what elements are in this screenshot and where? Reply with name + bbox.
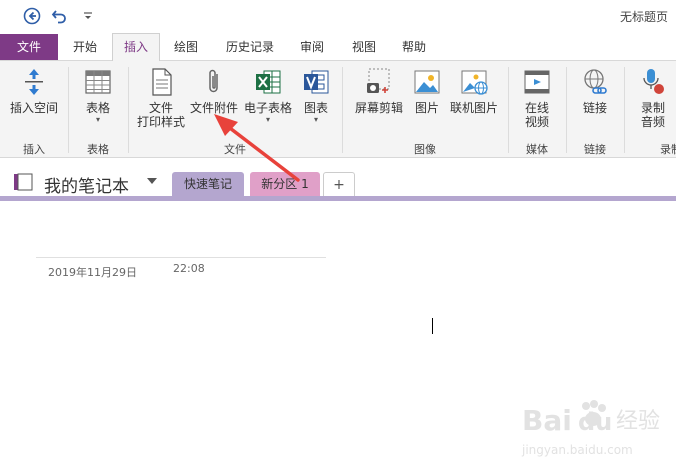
record-audio-label-1: 录制 (640, 101, 665, 115)
group-label-insert: 插入 (23, 143, 45, 156)
group-separator (342, 67, 343, 153)
group-label-recording: 录制 (660, 143, 676, 156)
picture-icon (413, 67, 441, 97)
window-title: 无标题页 (619, 10, 668, 24)
screen-clipping-button[interactable]: 屏幕剪辑 (350, 67, 408, 115)
text-cursor (432, 318, 433, 334)
annotation-arrow (214, 114, 300, 182)
page-time: 22:08 (173, 262, 205, 275)
group-label-media: 媒体 (526, 143, 548, 156)
chevron-down-icon: ▾ (95, 115, 100, 124)
screen-clipping-icon (365, 67, 393, 97)
tab-home[interactable]: 开始 (62, 34, 108, 60)
ribbon-tabs: 文件 开始 插入 绘图 历史记录 审阅 视图 帮助 (0, 33, 676, 61)
tab-review[interactable]: 审阅 (292, 34, 332, 60)
title-bar: 无标题页 (0, 0, 676, 32)
tab-view[interactable]: 视图 (344, 34, 384, 60)
group-separator (508, 67, 509, 153)
section-color-bar (0, 196, 676, 201)
table-label: 表格 (85, 101, 110, 115)
group-label-tables: 表格 (87, 143, 109, 156)
link-button[interactable]: 链接 (572, 67, 618, 115)
notebook-icon[interactable] (12, 172, 36, 192)
tab-history[interactable]: 历史记录 (218, 34, 282, 60)
paperclip-icon (200, 67, 228, 97)
watermark-suffix: 经验 (616, 409, 660, 434)
microphone-icon (639, 67, 667, 97)
picture-button[interactable]: 图片 (408, 67, 446, 115)
online-picture-icon (460, 67, 488, 97)
page-date: 2019年11月29日 (48, 266, 137, 279)
group-separator (566, 67, 567, 153)
table-icon (84, 67, 112, 97)
ribbon-insert: 插入空间 插入 表格 ▾ 表格 文件 打印样式 文件附件 电子表格 ▾ 图表 ▾… (0, 61, 676, 158)
undo-icon[interactable] (50, 6, 70, 26)
record-audio-button[interactable]: 录制 音频 (630, 67, 676, 129)
group-separator (624, 67, 625, 153)
file-printout-button[interactable]: 文件 打印样式 (134, 67, 188, 129)
tab-draw[interactable]: 绘图 (166, 34, 206, 60)
chevron-down-icon[interactable] (147, 178, 157, 184)
tab-help[interactable]: 帮助 (394, 34, 434, 60)
file-printout-label-1: 文件 (148, 101, 173, 115)
watermark-brand2: du (578, 408, 612, 436)
tab-file[interactable]: 文件 (0, 34, 58, 60)
link-globe-icon (581, 67, 609, 97)
table-button[interactable]: 表格 ▾ (74, 67, 122, 125)
online-picture-button[interactable]: 联机图片 (446, 67, 502, 115)
online-video-label-2: 视频 (524, 115, 549, 129)
online-video-label-1: 在线 (524, 101, 549, 115)
screen-clipping-label: 屏幕剪辑 (354, 101, 403, 115)
picture-label: 图片 (414, 101, 439, 115)
insert-space-button[interactable]: 插入空间 (4, 67, 64, 115)
customize-dropdown-icon[interactable] (78, 6, 98, 26)
group-separator (128, 67, 129, 153)
watermark-url: jingyan.baidu.com (521, 443, 633, 457)
online-video-button[interactable]: 在线 视频 (514, 67, 560, 129)
notebook-bar: 我的笔记本 快速笔记 新分区 1 + (0, 168, 676, 198)
group-separator (68, 67, 69, 153)
tab-insert[interactable]: 插入 (112, 33, 160, 61)
file-printout-label-2: 打印样式 (136, 115, 185, 129)
add-section-button[interactable]: + (323, 172, 355, 197)
record-audio-label-2: 音频 (640, 115, 665, 129)
link-label: 链接 (582, 101, 607, 115)
baidu-watermark: Bai du 经验 jingyan.baidu.com (520, 392, 670, 462)
watermark-brand: Bai (522, 404, 572, 437)
online-picture-label: 联机图片 (449, 101, 498, 115)
insert-space-label: 插入空间 (9, 101, 58, 115)
group-label-links: 链接 (584, 143, 606, 156)
insert-space-icon (20, 67, 48, 97)
notebook-name[interactable]: 我的笔记本 (44, 172, 129, 197)
excel-icon (254, 67, 282, 97)
page-title-underline (36, 257, 326, 258)
visio-icon (302, 67, 330, 97)
group-label-images: 图像 (414, 143, 436, 156)
video-film-icon (523, 67, 551, 97)
file-printout-icon (147, 67, 175, 97)
back-circle-icon[interactable] (22, 6, 42, 26)
